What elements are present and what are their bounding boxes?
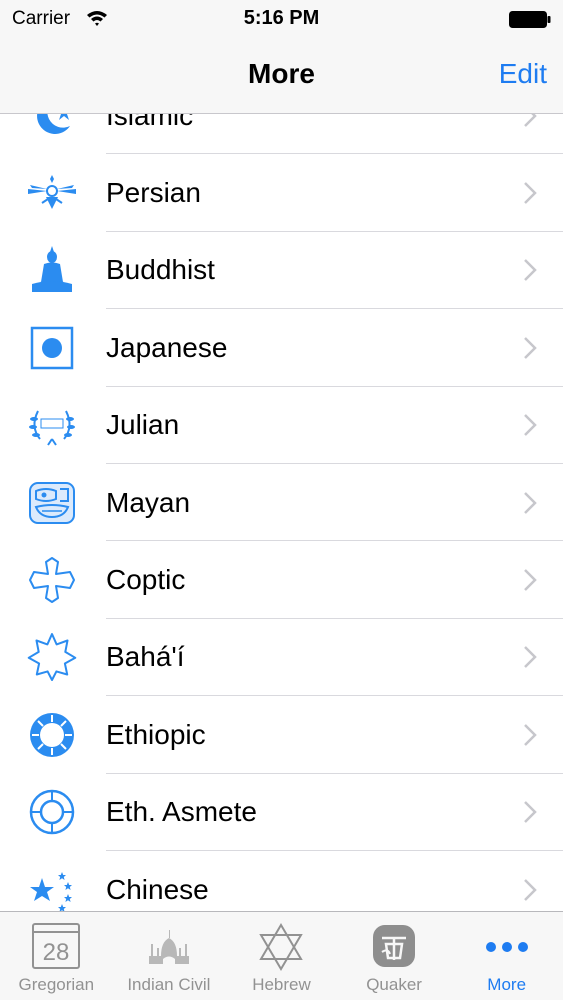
coptic-cross-icon [26,554,78,606]
edit-button[interactable]: Edit [499,58,547,90]
status-time: 5:16 PM [243,7,320,29]
crescent-star-icon [26,114,78,142]
list-item-label: Julian [106,409,180,441]
list-item-julian[interactable]: Julian [0,386,563,464]
tab-more[interactable]: More [450,912,563,1000]
tab-bar: 28 Gregorian Indian Civil Hebrew Quaker … [0,911,563,1000]
chevron-right-icon [524,336,537,359]
list-item-label: Coptic [106,564,186,596]
calendar-date: 28 [43,939,70,966]
chevron-right-icon [524,414,537,437]
battery-icon [509,11,551,28]
mayan-glyph-icon [26,477,78,529]
ring-icon [26,786,78,838]
list-item-japanese[interactable]: Japanese [0,309,563,387]
tab-gregorian[interactable]: 28 Gregorian [0,912,113,1000]
chevron-right-icon [524,114,537,127]
tab-label: More [487,975,527,994]
tab-label: Gregorian [18,975,95,994]
nine-point-star-icon [26,631,78,683]
faravahar-icon [26,167,78,219]
list-item-label: Bahá'í [106,641,185,673]
page-title: More [248,58,315,89]
screen: Carrier 5:16 PM More Edit Islamic Persia… [0,0,563,1000]
chevron-right-icon [524,182,537,204]
list-item-label: Mayan [106,486,191,518]
list-item-label: Persian [106,177,201,209]
list-item-islamic[interactable]: Islamic [0,114,563,155]
list-item-label: Japanese [106,331,228,363]
chevron-right-icon [524,259,537,282]
sunburst-icon [26,709,78,761]
chevron-right-icon [524,491,537,514]
quaker-seal-icon [368,922,420,972]
tab-label: Quaker [366,975,422,994]
list-item-ethiopic[interactable]: Ethiopic [0,696,563,774]
chinese-stars-icon [26,864,78,911]
tab-quaker[interactable]: Quaker [338,912,451,1000]
tab-label: Hebrew [252,975,311,994]
star-of-david-icon [255,922,307,972]
spqr-laurel-icon [26,399,78,451]
rising-sun-flag-icon [26,322,78,374]
chevron-right-icon [524,878,537,901]
list-item-label: Buddhist [106,254,215,286]
more-dots-icon [481,922,533,972]
chevron-right-icon [524,801,537,824]
list-item-label: Eth. Asmete [106,796,257,828]
calendar-list[interactable]: Islamic Persian Buddhist Japanese Julian… [0,114,563,911]
navigation-bar: More Edit [0,40,563,114]
tab-indian-civil[interactable]: Indian Civil [113,912,226,1000]
taj-mahal-icon [143,922,195,972]
buddha-icon [26,244,78,296]
chevron-right-icon [524,646,537,669]
chevron-right-icon [524,723,537,746]
list-item-mayan[interactable]: Mayan [0,463,563,542]
list-item-chinese[interactable]: Chinese [0,850,563,911]
list-item-persian[interactable]: Persian [0,154,563,232]
status-bar: Carrier 5:16 PM [0,0,563,40]
list-item-label: Ethiopic [106,718,206,750]
list-item-bahai[interactable]: Bahá'í [0,618,563,697]
tab-hebrew[interactable]: Hebrew [225,912,338,1000]
list-item-buddhist[interactable]: Buddhist [0,231,563,310]
tab-label: Indian Civil [127,975,211,994]
list-item-coptic[interactable]: Coptic [0,541,563,619]
list-item-label: Chinese [106,873,209,905]
calendar-icon: 28 [30,922,82,972]
list-item-label: Islamic [106,114,194,131]
list-item-eth-asmete[interactable]: Eth. Asmete [0,773,563,851]
chevron-right-icon [524,569,537,591]
